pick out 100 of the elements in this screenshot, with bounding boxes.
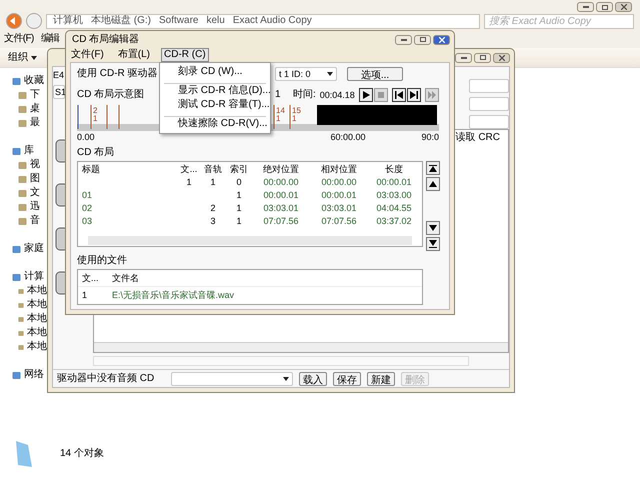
text-field[interactable]	[469, 115, 509, 129]
minimize-button[interactable]	[577, 2, 594, 12]
column-header[interactable]: 文...	[82, 272, 102, 284]
toolbar-button[interactable]: 保存	[333, 372, 361, 386]
horizontal-scrollbar[interactable]	[94, 342, 508, 352]
table-cell-text: 03:03.01	[262, 202, 300, 214]
text-field[interactable]	[469, 79, 509, 93]
close-button[interactable]	[615, 2, 632, 12]
section-label: CD 布局	[77, 147, 116, 159]
breadcrumb-item[interactable]: 计算机	[53, 15, 83, 27]
breadcrumb-item[interactable]: 本地磁盘 (G:)	[91, 15, 151, 27]
nav-item[interactable]: 音	[0, 214, 47, 228]
table-row[interactable]: 03 3 1 07:07.56 07:07.56 03:37.02	[78, 214, 422, 227]
maximize-icon	[602, 4, 608, 10]
prev-icon	[394, 90, 404, 100]
toolbar-button[interactable]: 新建	[367, 372, 395, 386]
play-icon	[360, 90, 371, 100]
search-field[interactable]: 搜索 Exact Audio Copy	[484, 14, 634, 28]
close-button[interactable]	[493, 52, 510, 62]
nav-item[interactable]: 网络	[0, 368, 47, 382]
menu-item[interactable]: 快速擦除 CD-R(V)...	[164, 117, 266, 131]
menu-item[interactable]: 刻录 CD (W)...	[164, 65, 266, 84]
column-header[interactable]: 相对位置	[310, 162, 368, 174]
back-button[interactable]	[6, 13, 22, 29]
options-button[interactable]: 选项...	[347, 67, 403, 81]
maximize-button[interactable]	[414, 34, 431, 44]
next-button[interactable]	[406, 88, 421, 102]
text-field[interactable]: S1	[53, 85, 65, 99]
menu-item[interactable]: 文件(F)	[1, 32, 37, 46]
table-cell-text: 03:03.00	[375, 188, 413, 200]
stop-icon	[376, 90, 386, 100]
file-row[interactable]: 1 E:\无损音乐\音乐家试音碟.wav	[78, 287, 422, 303]
breadcrumb-item[interactable]: kelu	[206, 15, 225, 27]
nav-item[interactable]: 桌	[0, 102, 47, 116]
nav-item[interactable]: 本地	[0, 284, 47, 298]
column-header[interactable]: 索引	[226, 162, 252, 174]
nav-item[interactable]: 视	[0, 158, 47, 172]
table-row[interactable]: 01 1 00:00.01 00:00.01 03:03.00	[78, 188, 422, 201]
arrow-top-icon	[429, 164, 437, 172]
move-down-button[interactable]	[426, 221, 440, 235]
minimize-icon	[460, 56, 466, 58]
back-arrow-icon	[10, 17, 18, 25]
table-row[interactable]: 02 2 1 03:03.01 03:03.01 04:04.55	[78, 201, 422, 214]
text-field[interactable]	[469, 97, 509, 111]
table-cell-text: 1	[82, 289, 88, 301]
prev-button[interactable]	[392, 88, 406, 102]
table-cell-text: 03	[82, 214, 94, 226]
nav-item[interactable]: 图	[0, 172, 47, 186]
breadcrumb-item[interactable]: Exact Audio Copy	[232, 15, 312, 27]
menu-item[interactable]: CD-R (C)	[161, 48, 209, 62]
move-bottom-button[interactable]	[426, 237, 440, 251]
column-header[interactable]: 文件名	[112, 272, 139, 284]
nav-item[interactable]: 最	[0, 116, 47, 130]
table-cell-text: 1	[185, 176, 192, 188]
menu-item[interactable]: 编辑	[38, 32, 63, 46]
column-header[interactable]: 绝对位置	[252, 162, 310, 174]
table-cell-text: 01	[82, 188, 94, 200]
drive-dropdown[interactable]: t 1 ID: 0	[275, 67, 337, 81]
nav-item[interactable]: 下	[0, 88, 47, 102]
nav-item[interactable]: 迅	[0, 200, 47, 214]
organize-menu[interactable]: 组织	[8, 52, 28, 64]
nav-item[interactable]: 文	[0, 186, 47, 200]
table-cell-text: 00:00.00	[262, 176, 300, 188]
move-up-button[interactable]	[426, 177, 440, 191]
column-header[interactable]: 长度	[368, 162, 420, 174]
address-bar[interactable]: 计算机 本地磁盘 (G:) Software kelu Exact Audio Copy	[46, 14, 480, 28]
arrow-up-icon	[429, 180, 437, 188]
table-row[interactable]: 1 1 0 00:00.00 00:00.00 00:00.01	[78, 175, 422, 188]
nav-item[interactable]: 本地	[0, 298, 47, 312]
minimize-button[interactable]	[395, 34, 412, 44]
nav-item[interactable]: 计算	[0, 270, 47, 284]
nav-item[interactable]: 收藏	[0, 74, 47, 88]
forward-icon	[426, 90, 437, 100]
menu-item[interactable]: 布置(L)	[114, 48, 154, 62]
horizontal-scrollbar[interactable]	[88, 236, 412, 245]
maximize-button[interactable]	[474, 52, 491, 62]
nav-item[interactable]: 本地	[0, 312, 47, 326]
column-header[interactable]: 文...	[178, 162, 200, 174]
play-button[interactable]	[358, 88, 373, 102]
menu-item[interactable]: 文件(F)	[68, 48, 107, 62]
table-cell-text: 07:07.56	[262, 214, 300, 226]
column-header[interactable]: 音轨	[200, 162, 226, 174]
nav-item[interactable]: 本地	[0, 326, 47, 340]
track-number: 1	[275, 89, 282, 101]
time-label: 时间:	[293, 89, 316, 101]
move-top-button[interactable]	[426, 161, 440, 175]
close-button[interactable]	[433, 34, 450, 44]
table-cell-text: 1	[235, 214, 242, 226]
table-cell-text: 02	[82, 202, 94, 214]
nav-item[interactable]: 本地	[0, 340, 47, 354]
maximize-button[interactable]	[596, 2, 613, 12]
breadcrumb-item[interactable]: Software	[159, 15, 198, 27]
caret-icon	[31, 56, 37, 60]
nav-item[interactable]: 家庭	[0, 242, 47, 256]
minimize-button[interactable]	[455, 52, 472, 62]
table-cell-text: 04:04.55	[375, 202, 413, 214]
toolbar-button[interactable]: 载入	[299, 372, 327, 386]
arrow-down-icon	[429, 224, 437, 232]
column-header[interactable]: 标题	[82, 162, 178, 174]
nav-item[interactable]: 库	[0, 144, 47, 158]
